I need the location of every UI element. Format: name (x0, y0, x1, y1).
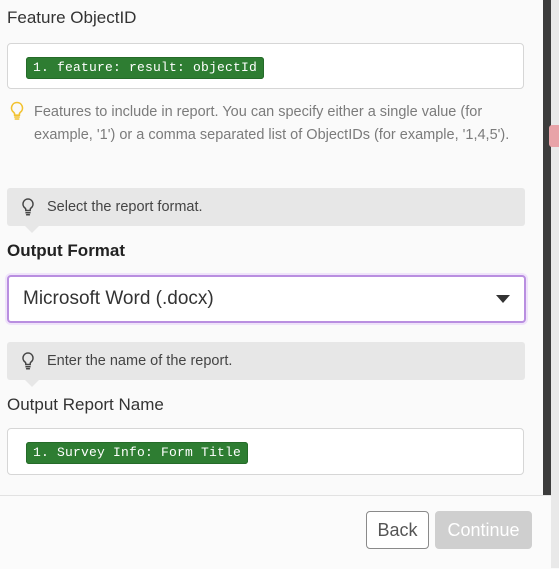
output-format-label: Output Format (7, 241, 126, 260)
output-format-hint: Select the report format. (7, 188, 525, 233)
help-text: Features to include in report. You can s… (34, 104, 510, 143)
continue-button[interactable]: Continue (435, 511, 532, 549)
feature-objectid-help: Features to include in report. You can s… (7, 101, 527, 167)
hint-text: Select the report format. (47, 199, 203, 215)
feature-objectid-field[interactable]: 1. feature: result: objectId (7, 43, 524, 89)
scrollbar-thumb[interactable] (543, 0, 551, 495)
form-panel: Feature ObjectID 1. feature: result: obj… (0, 0, 543, 495)
lightbulb-outline-icon (20, 197, 36, 217)
dialog-footer: Back Continue (0, 495, 551, 569)
output-report-name-label: Output Report Name (7, 395, 164, 414)
hint-text: Enter the name of the report. (47, 353, 233, 369)
back-button[interactable]: Back (366, 511, 429, 549)
lightbulb-outline-icon (20, 351, 36, 371)
feature-objectid-label: Feature ObjectID (7, 8, 137, 27)
output-format-select[interactable]: Microsoft Word (.docx) (7, 275, 526, 323)
background-accent (549, 125, 559, 147)
lightbulb-icon (9, 101, 25, 121)
chevron-down-icon[interactable] (496, 295, 510, 303)
output-report-name-hint: Enter the name of the report. (7, 342, 525, 387)
selected-value: Microsoft Word (.docx) (23, 288, 214, 309)
hint-pointer (25, 380, 39, 387)
background-strip (551, 0, 559, 568)
hint-pointer (25, 226, 39, 233)
output-report-name-field[interactable]: 1. Survey Info: Form Title (7, 428, 524, 475)
mapped-value-token[interactable]: 1. feature: result: objectId (26, 57, 265, 79)
mapped-value-token[interactable]: 1. Survey Info: Form Title (26, 442, 249, 464)
